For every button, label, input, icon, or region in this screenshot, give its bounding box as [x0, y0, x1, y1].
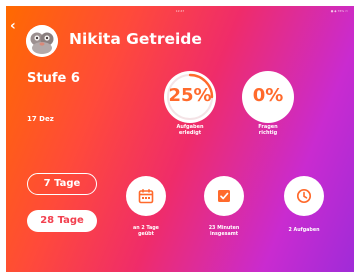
avatar-illustration [26, 25, 58, 57]
range-28-days-button[interactable]: 28 Tage [27, 210, 97, 232]
minutes-total-label: 23 Minuten insgesamt [192, 226, 256, 237]
avatar[interactable] [26, 25, 58, 57]
level-label: Stufe 6 [27, 71, 80, 86]
days-practiced-label: an 2 Tage geübt [114, 226, 178, 237]
days-practiced-line2: geübt [138, 231, 154, 237]
minutes-total-badge [204, 176, 244, 216]
calendar-icon [138, 189, 154, 204]
days-practiced-badge [126, 176, 166, 216]
status-bar: 12:47 ● ◆ 76% ▭ [6, 8, 354, 16]
back-button[interactable]: ‹ [10, 19, 16, 33]
tasks-count-label: 2 Aufgaben [272, 228, 336, 234]
status-indicators: ● ◆ 76% ▭ [330, 9, 348, 13]
correct-answers-value: 0% [252, 85, 284, 106]
correct-answers-label-line2: richtig [258, 130, 278, 136]
checklist-icon [218, 190, 230, 202]
clock-icon [296, 188, 312, 204]
correct-answers-label: Fragen richtig [228, 124, 308, 136]
tasks-done-label-line2: erledigt [178, 130, 202, 136]
tasks-done-value: 25% [168, 85, 212, 106]
status-time: 12:47 [175, 9, 185, 13]
minutes-total-line2: insgesamt [210, 231, 238, 237]
tasks-done-label: Aufgaben erledigt [150, 124, 230, 136]
app-screen: 12:47 ● ◆ 76% ▭ ‹ Nikita Getreide Stufe … [6, 6, 354, 272]
range-7-days-button[interactable]: 7 Tage [27, 173, 97, 195]
date-label: 17 Dez [27, 115, 54, 123]
tasks-count-line1: 2 Aufgaben [288, 228, 320, 233]
correct-answers-stat: 0% [242, 71, 294, 123]
user-name: Nikita Getreide [69, 30, 202, 48]
tasks-count-badge [284, 176, 324, 216]
tasks-done-stat: 25% [164, 71, 216, 123]
